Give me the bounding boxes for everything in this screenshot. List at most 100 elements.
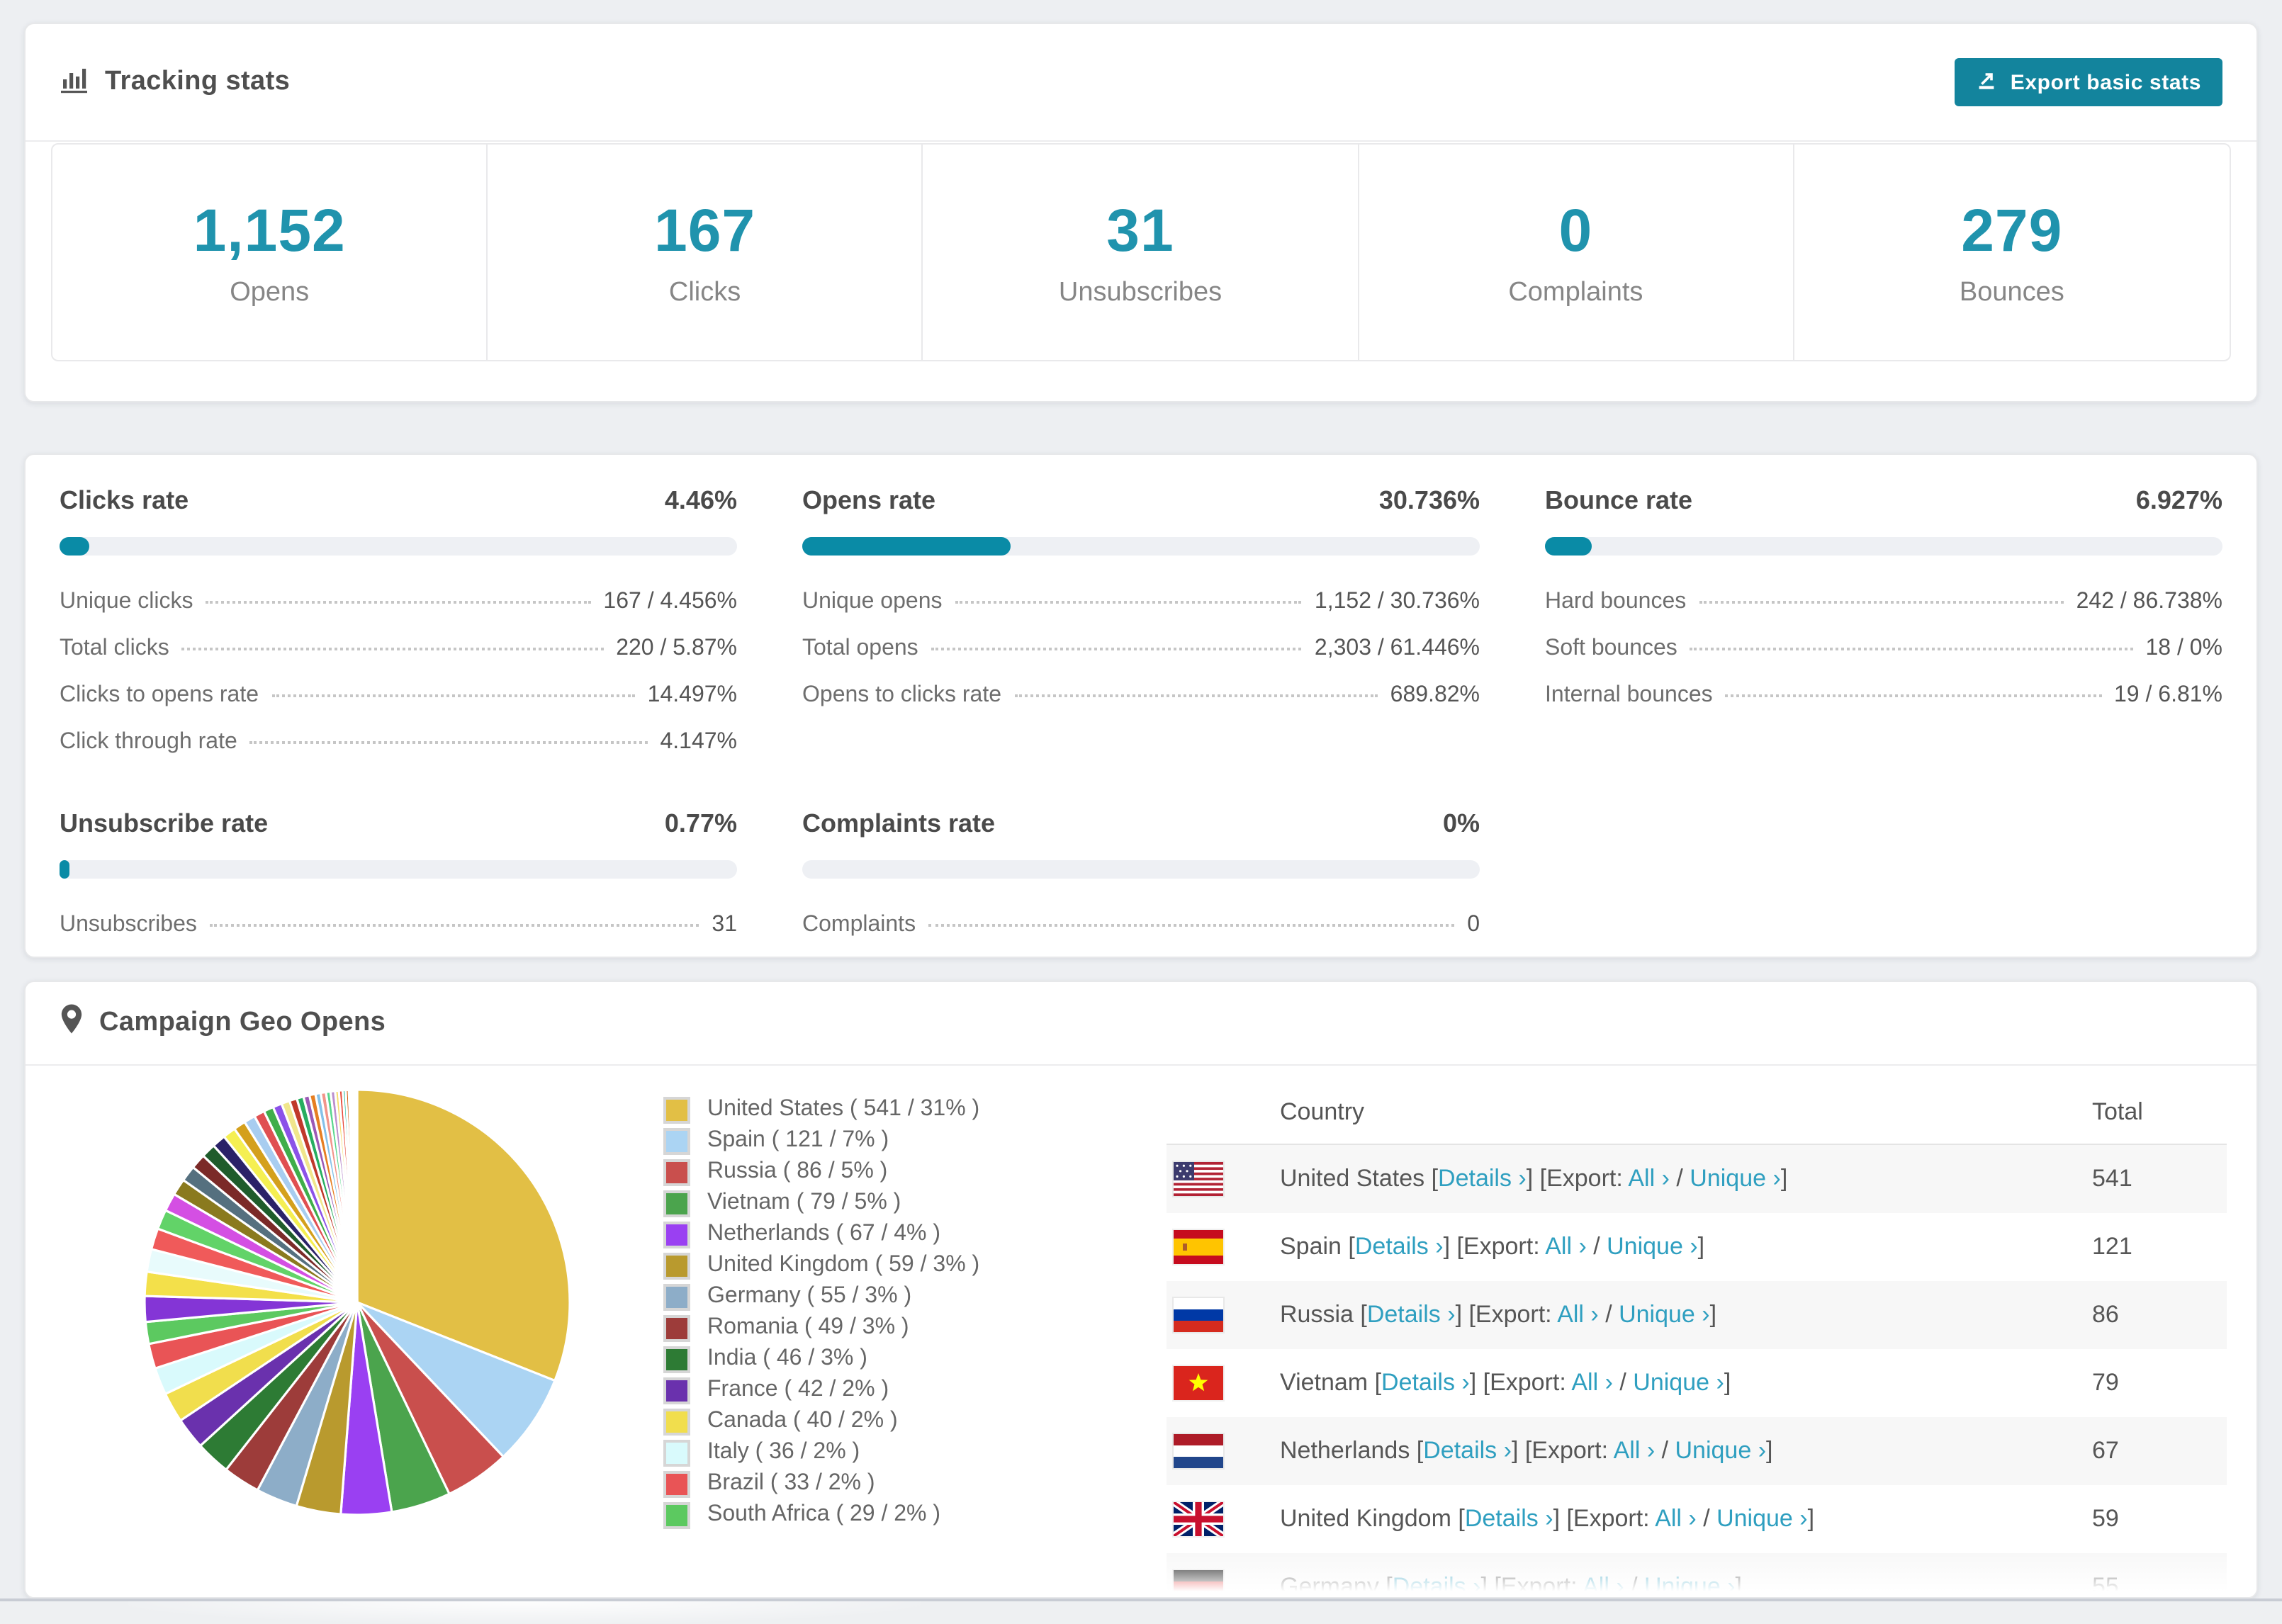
- legend-label: Netherlands ( 67 / 4% ): [707, 1222, 941, 1246]
- vn-flag-icon: [1174, 1366, 1223, 1400]
- country-name: Germany: [1280, 1573, 1379, 1598]
- stat-box: 167 Clicks: [488, 145, 923, 360]
- rate-stat-label: Soft bounces: [1545, 636, 1677, 660]
- legend-label: United States ( 541 / 31% ): [707, 1097, 980, 1121]
- rate-title: Clicks rate: [60, 486, 189, 514]
- rate-percentage: 30.736%: [1378, 486, 1480, 514]
- bracket-text: [: [1424, 1165, 1439, 1192]
- bracket-text: [: [1410, 1437, 1424, 1464]
- progress-bar-fill: [60, 860, 69, 879]
- stat-value: 167: [654, 196, 756, 263]
- bracket-text: ]: [1697, 1233, 1705, 1260]
- rates-grid: Clicks rate 4.46% Unique clicks 167 / 4.456…: [60, 486, 2222, 938]
- export-unique-link[interactable]: Unique ›: [1675, 1437, 1767, 1464]
- rate-panel-head: Bounce rate 6.927%: [1545, 486, 2222, 516]
- export-unique-link[interactable]: Unique ›: [1690, 1165, 1781, 1192]
- export-unique-link[interactable]: Unique ›: [1644, 1573, 1736, 1597]
- export-basic-stats-button[interactable]: Export basic stats: [1955, 58, 2222, 106]
- bracket-text: ] [Export:: [1511, 1437, 1614, 1464]
- gb-flag-icon: [1171, 1499, 1225, 1540]
- details-link[interactable]: Details ›: [1423, 1437, 1512, 1464]
- stat-value: 31: [1106, 196, 1174, 263]
- stat-value: 0: [1558, 196, 1593, 263]
- export-unique-link[interactable]: Unique ›: [1619, 1301, 1710, 1328]
- rate-stat-label: Hard bounces: [1545, 590, 1687, 614]
- legend-item: India ( 46 / 3% ): [663, 1343, 979, 1375]
- rate-title: Unsubscribe rate: [60, 809, 269, 838]
- rate-stat-label: Internal bounces: [1545, 683, 1713, 707]
- stat-box: 31 Unsubscribes: [923, 145, 1359, 360]
- legend-label: Brazil ( 33 / 2% ): [707, 1471, 875, 1495]
- export-all-link[interactable]: All ›: [1583, 1573, 1624, 1597]
- export-unique-link[interactable]: Unique ›: [1633, 1369, 1724, 1396]
- country-cell: Russia [Details ›] [Export: All › / Uniq…: [1280, 1301, 2092, 1329]
- table-row: Spain [Details ›] [Export: All › / Uniqu…: [1167, 1213, 2227, 1281]
- total-cell: 59: [2092, 1505, 2119, 1532]
- progress-bar: [802, 860, 1480, 879]
- geo-opens-table: Country Total United States [Details ›] [E…: [1167, 1081, 2227, 1598]
- rate-stat-value: 14.497%: [647, 683, 737, 707]
- progress-bar-fill: [60, 537, 90, 556]
- dotted-leader: [209, 924, 699, 927]
- rate-stat-row: Unique clicks 167 / 4.456%: [60, 590, 737, 615]
- legend-label: Canada ( 40 / 2% ): [707, 1409, 898, 1433]
- total-cell: 79: [2092, 1369, 2119, 1396]
- rate-stat-label: Unique opens: [802, 590, 943, 614]
- dotted-leader: [271, 694, 635, 697]
- legend-item: Spain ( 121 / 7% ): [663, 1125, 979, 1156]
- details-link[interactable]: Details ›: [1355, 1233, 1444, 1260]
- bracket-text: [: [1353, 1301, 1367, 1328]
- dotted-leader: [1699, 601, 2064, 604]
- export-all-link[interactable]: All ›: [1571, 1369, 1613, 1396]
- export-unique-link[interactable]: Unique ›: [1607, 1233, 1698, 1260]
- table-row: Germany [Details ›] [Export: All › / Uni…: [1167, 1553, 2227, 1598]
- export-all-link[interactable]: All ›: [1628, 1165, 1670, 1192]
- details-link[interactable]: Details ›: [1438, 1165, 1527, 1192]
- export-all-link[interactable]: All ›: [1655, 1505, 1697, 1532]
- country-name: United Kingdom: [1280, 1505, 1451, 1532]
- legend-label: Germany ( 55 / 3% ): [707, 1284, 912, 1308]
- geo-opens-pie-chart[interactable]: [142, 1087, 573, 1518]
- bracket-text: ] [Export:: [1480, 1573, 1583, 1598]
- rate-stat-label: Click through rate: [60, 730, 237, 754]
- rate-stat-row: Hard bounces 242 / 86.738%: [1545, 590, 2222, 615]
- separator-text: /: [1612, 1369, 1634, 1396]
- geo-opens-legend: United States ( 541 / 31% ) Spain ( 121 /…: [663, 1094, 979, 1530]
- export-all-link[interactable]: All ›: [1545, 1233, 1587, 1260]
- legend-swatch: [663, 1377, 690, 1404]
- dotted-leader: [928, 924, 1455, 927]
- geo-opens-title: Campaign Geo Opens: [60, 1003, 386, 1043]
- stats-summary-row: 1,152 Opens 167 Clicks 31 Unsubscribes 0 Compla…: [51, 143, 2231, 361]
- rate-stat-value: 167 / 4.456%: [603, 590, 737, 614]
- details-link[interactable]: Details ›: [1465, 1505, 1553, 1532]
- pie-slice[interactable]: [355, 1088, 359, 1303]
- legend-item: Netherlands ( 67 / 4% ): [663, 1219, 979, 1250]
- details-link[interactable]: Details ›: [1393, 1573, 1481, 1597]
- progress-bar-fill: [802, 537, 1011, 556]
- total-cell: 541: [2092, 1165, 2132, 1192]
- total-cell: 86: [2092, 1301, 2119, 1328]
- us-flag-icon: [1174, 1162, 1223, 1196]
- export-all-link[interactable]: All ›: [1614, 1437, 1656, 1464]
- stat-box: 0 Complaints: [1359, 145, 1794, 360]
- details-link[interactable]: Details ›: [1381, 1369, 1470, 1396]
- dotted-leader: [1014, 694, 1378, 697]
- separator-text: /: [1598, 1301, 1619, 1328]
- legend-label: United Kingdom ( 59 / 3% ): [707, 1253, 980, 1277]
- country-name: United States: [1280, 1165, 1425, 1192]
- rate-stat-label: Unsubscribes: [60, 913, 197, 937]
- rate-stat-row: Opens to clicks rate 689.82%: [802, 683, 1480, 709]
- legend-swatch: [663, 1439, 690, 1466]
- progress-bar: [60, 537, 737, 556]
- legend-label: Russia ( 86 / 5% ): [707, 1159, 888, 1183]
- dashboard-page: Tracking stats Export basic stats 1,152 O…: [0, 0, 2282, 1624]
- export-all-link[interactable]: All ›: [1557, 1301, 1599, 1328]
- details-link[interactable]: Details ›: [1367, 1301, 1456, 1328]
- table-row: United States [Details ›] [Export: All ›…: [1167, 1145, 2227, 1213]
- bracket-text: [: [1341, 1233, 1355, 1260]
- page-bottom-strip: [0, 1598, 2282, 1624]
- export-unique-link[interactable]: Unique ›: [1716, 1505, 1808, 1532]
- rate-title: Complaints rate: [802, 809, 996, 838]
- legend-item: France ( 42 / 2% ): [663, 1375, 979, 1406]
- rate-stat-row: Unique opens 1,152 / 30.736%: [802, 590, 1480, 615]
